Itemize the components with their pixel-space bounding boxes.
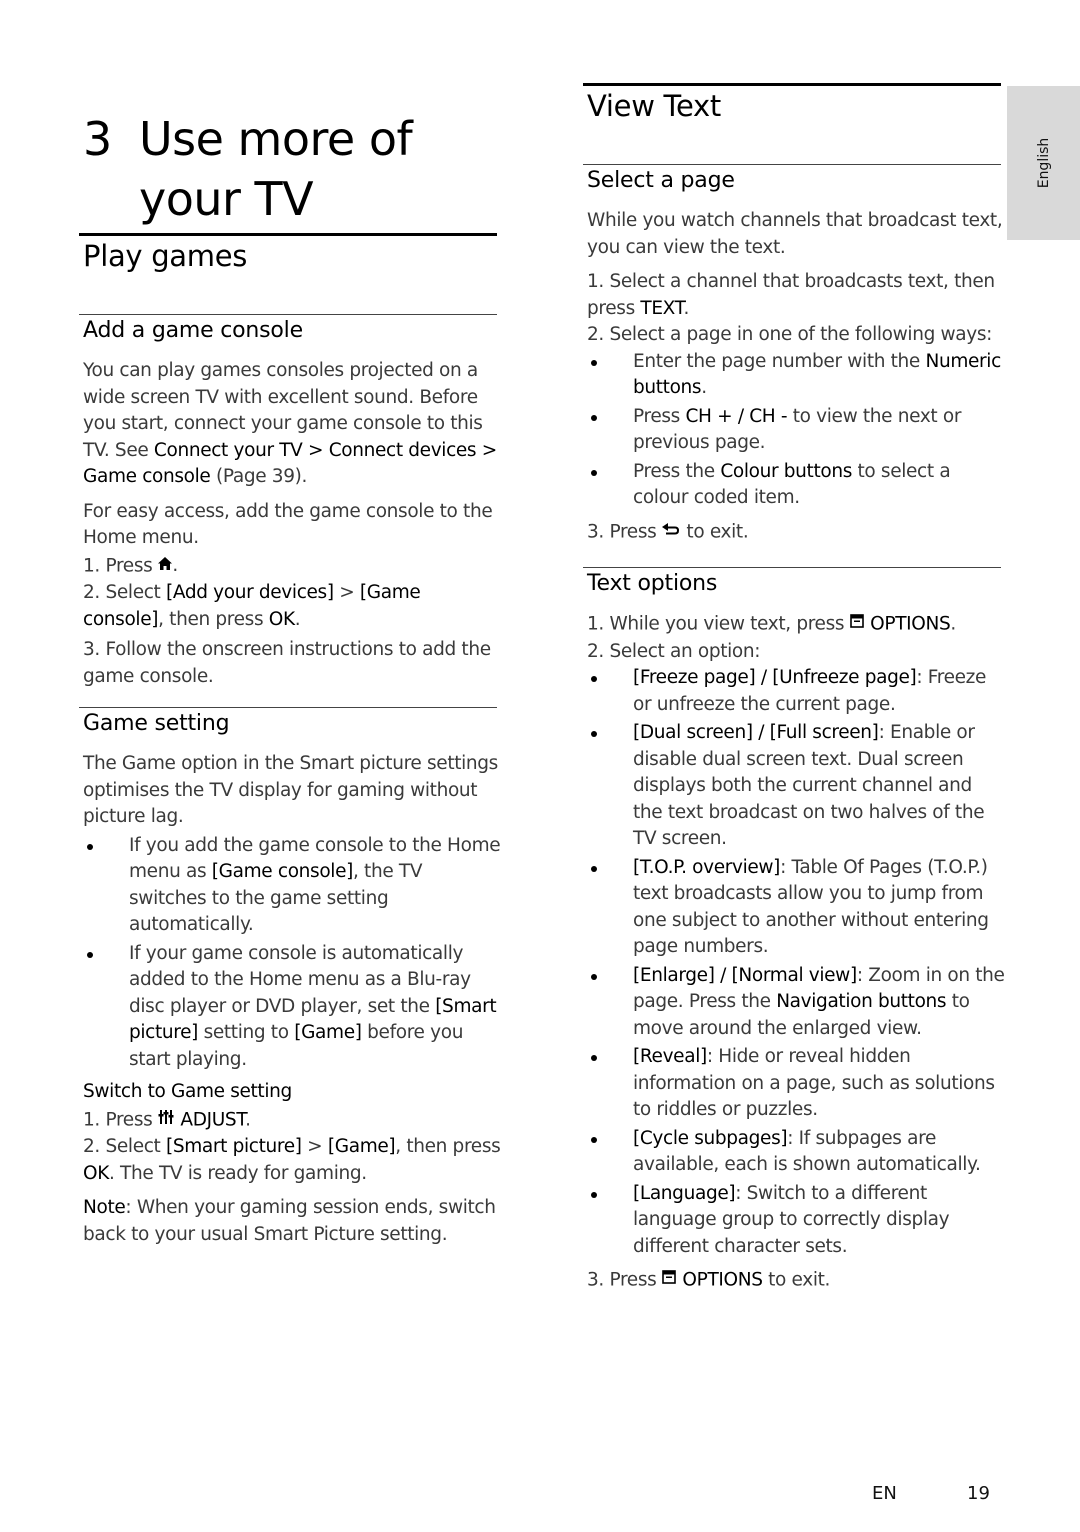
bullet-item: Press the Colour buttons to select a col… (587, 459, 1005, 512)
select-page-body: While you watch channels that broadcast … (587, 208, 1005, 546)
paragraph: For easy access, add the game console to… (83, 500, 493, 549)
note-label: Note (83, 1197, 126, 1218)
subsection-divider (583, 164, 1001, 165)
text-option-item: [T.O.P. overview]: Table Of Pages (T.O.P… (587, 855, 1005, 961)
language-tab: English (1007, 86, 1080, 240)
chapter-title-line2: your TV (139, 171, 314, 226)
heading-text-options: Text options (587, 571, 718, 596)
step-3: 3. Press to exit. (587, 518, 1005, 547)
text-option-item: [Enlarge] / [Normal view]: Zoom in on th… (587, 963, 1005, 1043)
step-2: 2. Select an option: (587, 640, 761, 662)
page-number: 19 (967, 1483, 990, 1504)
home-icon (158, 552, 173, 579)
subheading-switch-to-game: Switch to Game setting (83, 1081, 292, 1102)
subsection-divider (79, 707, 497, 708)
section-divider-thick (79, 233, 497, 236)
paragraph: The Game option in the Smart picture set… (83, 753, 498, 827)
text-option-item: [Dual screen] / [Full screen]: Enable or… (587, 720, 1005, 853)
section-title-view-text: View Text (587, 89, 721, 123)
footer-language-code: EN (872, 1483, 897, 1504)
text-options-list: [Freeze page] / [Unfreeze page]: Freeze … (587, 665, 1005, 1260)
step-3: 3. Follow the onscreen instructions to a… (83, 639, 491, 687)
subsection-divider (79, 314, 497, 315)
bullet-item: If you add the game console to the Home … (83, 833, 501, 939)
heading-game-setting: Game setting (83, 711, 230, 736)
step-1: 1. While you view text, press OPTIONS. (587, 610, 1005, 639)
text-option-item: [Reveal]: Hide or reveal hidden informat… (587, 1044, 1005, 1124)
section-title-play-games: Play games (83, 239, 248, 273)
step-2: 2. Select [Smart picture] > [Game], then… (83, 1136, 501, 1184)
options-icon (850, 610, 864, 637)
bullet-item: Enter the page number with the Numeric b… (587, 349, 1005, 402)
bullet-list: Enter the page number with the Numeric b… (587, 349, 1005, 512)
note: Note: When your gaming session ends, swi… (83, 1197, 496, 1245)
paragraph: You can play games consoles projected on… (83, 360, 497, 487)
step-3: 3. Press OPTIONS to exit. (587, 1266, 1005, 1295)
chapter-title-text: Use more of your TV (139, 109, 509, 229)
bullet-list: If you add the game console to the Home … (83, 833, 501, 1074)
step-1: 1. Select a channel that broadcasts text… (587, 271, 995, 319)
options-icon (662, 1266, 677, 1293)
step-2: 2. Select [Add your devices] > [Game con… (83, 582, 421, 630)
language-tab-label: English (1035, 137, 1052, 189)
step-1: 1. Press. (83, 552, 501, 581)
text-options-body: 1. While you view text, press OPTIONS. 2.… (587, 610, 1005, 1295)
bullet-item: Press CH + / CH - to view the next or pr… (587, 404, 1005, 457)
paragraph: While you watch channels that broadcast … (587, 210, 1003, 258)
heading-add-game-console: Add a game console (83, 318, 303, 343)
back-icon (662, 518, 680, 545)
text-option-item: [Language]: Switch to a different langua… (587, 1181, 1005, 1261)
bullet-item: If your game console is automatically ad… (83, 941, 501, 1074)
text-option-item: [Cycle subpages]: If subpages are availa… (587, 1126, 1005, 1179)
chapter-title-line1: Use more of (139, 111, 413, 166)
step-2: 2. Select a page in one of the following… (587, 324, 993, 345)
game-setting-body: The Game option in the Smart picture set… (83, 751, 501, 1256)
heading-select-a-page: Select a page (587, 168, 735, 193)
text-option-item: [Freeze page] / [Unfreeze page]: Freeze … (587, 665, 1005, 718)
chapter-number: 3 (83, 111, 112, 166)
section-divider-thick (583, 83, 1001, 86)
add-console-body: You can play games consoles projected on… (83, 358, 501, 690)
step-1: 1. Press ADJUST. (83, 1106, 501, 1135)
adjust-icon (158, 1106, 174, 1133)
subsection-divider (583, 567, 1001, 568)
